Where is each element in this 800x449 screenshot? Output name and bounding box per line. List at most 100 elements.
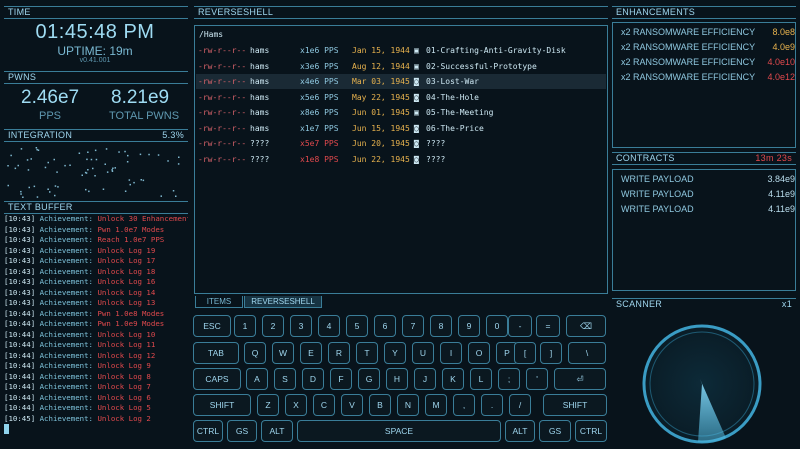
integration-dot <box>177 163 180 165</box>
tab-items[interactable]: ITEMS <box>195 296 243 308</box>
key-s[interactable]: S <box>274 368 296 390</box>
key-ctrl[interactable]: CTRL <box>575 420 607 442</box>
key-o[interactable]: O <box>468 342 490 364</box>
key-x[interactable]: X <box>285 394 307 416</box>
key-z[interactable]: Z <box>257 394 279 416</box>
log-label: Achievement: <box>39 298 94 307</box>
file-row[interactable]: -rw-r--r-- hams x1e6 PPS Jan 15, 1944 ▣ 01-Cr… <box>196 43 606 58</box>
key-backspace[interactable]: ⌫ <box>566 315 606 337</box>
key-g[interactable]: G <box>358 368 380 390</box>
key-b[interactable]: B <box>369 394 391 416</box>
key-symbol[interactable]: ] <box>540 342 562 364</box>
file-permissions: -rw-r--r-- <box>198 108 247 117</box>
key-symbol[interactable]: - <box>508 315 532 337</box>
key-j[interactable]: J <box>414 368 436 390</box>
key-2[interactable]: 2 <box>262 315 284 337</box>
log-label: Achievement: <box>39 287 94 297</box>
contract-item[interactable]: WRITE PAYLOAD 4.11e9 <box>621 204 795 214</box>
key-6[interactable]: 6 <box>374 315 396 337</box>
text-buffer-log[interactable]: [10:43] Achievement: Unlock 30 Enhanceme… <box>4 214 188 444</box>
key-l[interactable]: L <box>470 368 492 390</box>
key-i[interactable]: I <box>440 342 462 364</box>
log-label: Achievement: <box>39 382 94 391</box>
key-m[interactable]: M <box>425 394 447 416</box>
key-u[interactable]: U <box>412 342 434 364</box>
key-8[interactable]: 8 <box>430 315 452 337</box>
key-h[interactable]: H <box>386 368 408 390</box>
file-row[interactable]: -rw-r--r-- hams x3e6 PPS Aug 12, 1944 ▣ 02-Su… <box>196 59 606 74</box>
key-v[interactable]: V <box>341 394 363 416</box>
file-row[interactable]: -rw-r--r-- hams x8e6 PPS Jun 01, 1945 ▣ 05-Th… <box>196 105 606 120</box>
integration-dot <box>95 158 98 161</box>
enhancement-item[interactable]: x2 RANSOMWARE EFFICIENCY 4.0e10 <box>621 57 795 67</box>
key-alt[interactable]: ALT <box>261 420 293 442</box>
scanner-radar[interactable] <box>640 322 764 446</box>
enhancement-item[interactable]: x2 RANSOMWARE EFFICIENCY 8.0e8 <box>621 27 795 37</box>
key-esc[interactable]: ESC <box>193 315 231 337</box>
key-symbol[interactable]: ' <box>526 368 548 390</box>
enhancements-header: ENHANCEMENTS <box>612 6 796 19</box>
key-tab[interactable]: TAB <box>193 342 239 364</box>
log-timestamp: [10:43] <box>4 287 36 297</box>
key-0[interactable]: 0 <box>486 315 508 337</box>
key-gs[interactable]: GS <box>539 420 571 442</box>
key-5[interactable]: 5 <box>346 315 368 337</box>
integration-dot <box>106 171 109 173</box>
key-alt[interactable]: ALT <box>505 420 535 442</box>
log-message: Unlock Log 8 <box>97 371 151 381</box>
key-r[interactable]: R <box>328 342 350 364</box>
file-row[interactable]: -rw-r--r-- hams x4e6 PPS Mar 03, 1945 ◙ 03-Lo… <box>196 74 606 89</box>
enhancement-item[interactable]: x2 RANSOMWARE EFFICIENCY 4.0e9 <box>621 42 795 52</box>
key-symbol[interactable]: ; <box>498 368 520 390</box>
enhancement-item[interactable]: x2 RANSOMWARE EFFICIENCY 4.0e12 <box>621 72 795 82</box>
key-space[interactable]: SPACE <box>297 420 501 442</box>
key-symbol[interactable]: , <box>453 394 475 416</box>
key-7[interactable]: 7 <box>402 315 424 337</box>
file-row[interactable]: -rw-r--r--???? x5e7 PPS Jun 20, 1945 ◙???? <box>196 136 606 151</box>
key-t[interactable]: T <box>356 342 378 364</box>
integration-dot <box>160 195 162 197</box>
tab-reverseshell[interactable]: REVERSESHELL <box>244 296 322 308</box>
key-3[interactable]: 3 <box>290 315 312 337</box>
file-owner: hams <box>250 92 270 102</box>
integration-dot <box>142 179 145 182</box>
key-symbol[interactable]: / <box>509 394 531 416</box>
log-timestamp: [10:44] <box>4 403 36 412</box>
log-label: Achievement: <box>39 392 94 402</box>
key-e[interactable]: E <box>300 342 322 364</box>
key-gs[interactable]: GS <box>227 420 257 442</box>
key-a[interactable]: A <box>246 368 268 390</box>
key-n[interactable]: N <box>397 394 419 416</box>
key-symbol[interactable]: = <box>536 315 560 337</box>
key-d[interactable]: D <box>302 368 324 390</box>
key-q[interactable]: Q <box>244 342 266 364</box>
key-shift[interactable]: SHIFT <box>543 394 607 416</box>
key-4[interactable]: 4 <box>318 315 340 337</box>
contract-item[interactable]: WRITE PAYLOAD 3.84e9 <box>621 174 795 184</box>
file-row[interactable]: -rw-r--r--???? x1e8 PPS Jun 22, 1945 ◙???? <box>196 152 606 167</box>
key-y[interactable]: Y <box>384 342 406 364</box>
key-w[interactable]: W <box>272 342 294 364</box>
key-k[interactable]: K <box>442 368 464 390</box>
key-symbol[interactable]: \ <box>568 342 606 364</box>
integration-dot <box>87 151 89 153</box>
contract-reward: 3.84e9 <box>767 174 795 184</box>
key-9[interactable]: 9 <box>458 315 480 337</box>
key-symbol[interactable]: . <box>481 394 503 416</box>
key-1[interactable]: 1 <box>234 315 256 337</box>
file-row[interactable]: -rw-r--r-- hams x1e7 PPS Jun 15, 1945 ◙ 06-Th… <box>196 121 606 136</box>
scanner-multiplier: x1 <box>781 299 792 309</box>
contract-item[interactable]: WRITE PAYLOAD 4.11e9 <box>621 189 795 199</box>
key-enter[interactable]: ⏎ <box>554 368 606 390</box>
key-f[interactable]: F <box>330 368 352 390</box>
key-symbol[interactable]: [ <box>514 342 536 364</box>
log-message: Unlock Log 10 <box>97 329 156 339</box>
file-row[interactable]: -rw-r--r-- hams x5e6 PPS May 22, 1945 ◙ 04-Th… <box>196 90 606 105</box>
file-permissions: -rw-r--r-- <box>198 92 247 102</box>
key-c[interactable]: C <box>313 394 335 416</box>
integration-dot <box>126 161 129 163</box>
reverse-shell-window[interactable]: /Hams -rw-r--r-- hams x1e6 PPS Jan 15, 1944… <box>194 25 608 294</box>
key-ctrl[interactable]: CTRL <box>193 420 223 442</box>
key-shift[interactable]: SHIFT <box>193 394 251 416</box>
key-capslock[interactable]: CAPS <box>193 368 241 390</box>
